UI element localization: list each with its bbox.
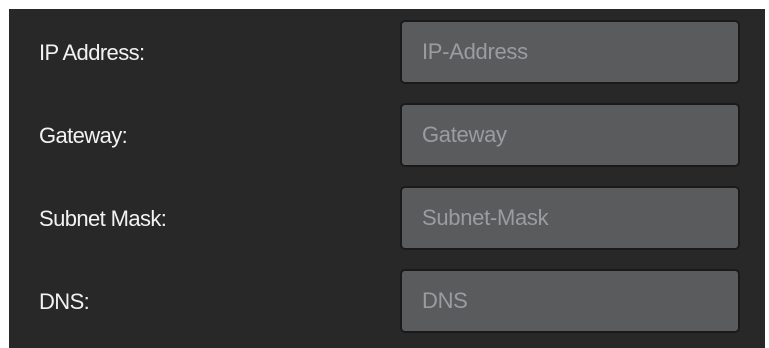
dns-label: DNS: [39, 289, 90, 314]
ip-address-input[interactable] [400, 20, 740, 84]
gateway-row: Gateway: [9, 103, 765, 169]
subnet-mask-input[interactable] [400, 186, 740, 250]
dns-input[interactable] [400, 269, 740, 333]
subnet-mask-label: Subnet Mask: [39, 206, 167, 231]
subnet-mask-row: Subnet Mask: [9, 186, 765, 252]
ip-address-row: IP Address: [9, 20, 765, 86]
dns-row: DNS: [9, 269, 765, 335]
gateway-input[interactable] [400, 103, 740, 167]
gateway-label: Gateway: [39, 123, 128, 148]
network-settings-panel: IP Address: Gateway: Subnet Mask: DNS: [9, 9, 765, 348]
ip-address-label: IP Address: [39, 40, 145, 65]
